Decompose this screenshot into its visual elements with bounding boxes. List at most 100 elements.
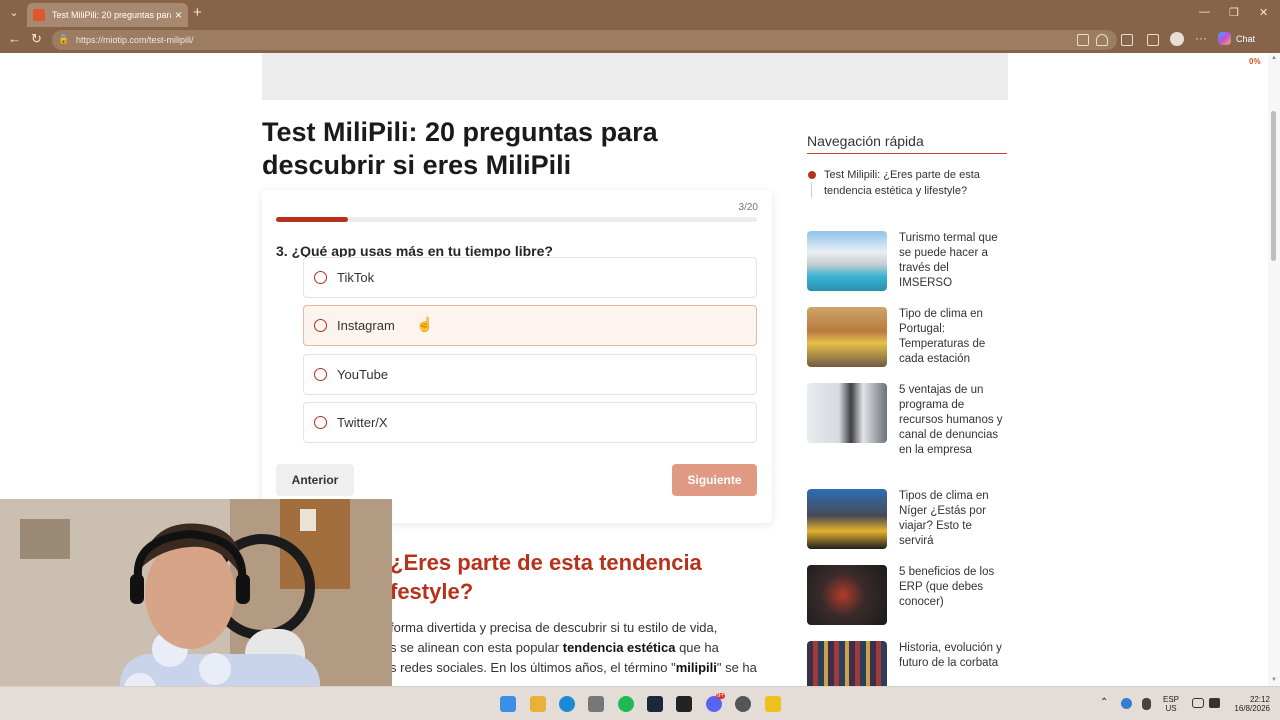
thumbnail-spa-image[interactable]	[807, 231, 887, 291]
radio-icon[interactable]	[314, 368, 327, 381]
store-icon[interactable]	[588, 696, 604, 712]
quick-nav-title: Navegación rápida	[807, 133, 924, 149]
radio-icon[interactable]	[314, 416, 327, 429]
related-post[interactable]: 5 beneficios de los ERP (que debes conoc…	[807, 565, 1007, 627]
app-icon[interactable]	[765, 696, 781, 712]
url-text: https://miotip.com/test-milipili/	[76, 35, 194, 45]
hand-cursor-icon: ☝	[416, 316, 434, 332]
quiz-progress-fill	[276, 217, 349, 222]
answer-label: Instagram	[337, 318, 395, 333]
answer-label: TikTok	[337, 270, 375, 285]
more-menu-icon[interactable]: ···	[1195, 31, 1207, 45]
browser-tab-bar: ⌄ Test MiliPili: 20 preguntas para de × …	[0, 0, 1280, 27]
related-post[interactable]: Turismo termal que se puede hacer a trav…	[807, 231, 1007, 293]
radio-icon[interactable]	[314, 271, 327, 284]
copilot-icon	[1218, 32, 1231, 45]
tab-list-chevron-icon[interactable]: ⌄	[6, 5, 22, 21]
scrollbar-thumb[interactable]	[1271, 111, 1276, 261]
related-title[interactable]: Historia, evolución y futuro de la corba…	[899, 641, 1004, 671]
thumbnail-niger-image[interactable]	[807, 489, 887, 549]
quiz-progress-bar	[276, 217, 757, 222]
restore-icon[interactable]: ❐	[1229, 6, 1239, 19]
answer-option-twitter[interactable]: Twitter/X	[303, 402, 757, 443]
article-text: s se alinean con esta popular	[390, 640, 563, 655]
reading-view-icon[interactable]	[1077, 34, 1089, 46]
volume-icon[interactable]	[1209, 698, 1220, 708]
thumbnail-ties-image[interactable]	[807, 641, 887, 686]
favorite-star-icon[interactable]	[1096, 34, 1108, 46]
chat-label: Chat	[1236, 33, 1256, 44]
extensions-icon[interactable]	[1121, 34, 1133, 46]
discord-badge: 9+	[716, 693, 725, 699]
microphone-icon[interactable]	[1142, 698, 1151, 710]
steam-icon[interactable]	[647, 696, 663, 712]
section-heading-line2: festyle?	[390, 579, 474, 604]
back-arrow-icon[interactable]: ←	[8, 32, 21, 46]
thumbnail-office-image[interactable]	[807, 383, 887, 443]
answer-label: Twitter/X	[337, 415, 388, 430]
close-window-icon[interactable]: ✕	[1259, 6, 1268, 19]
refresh-icon[interactable]: ↻	[31, 32, 42, 46]
article-bold: milipili	[675, 660, 717, 675]
new-tab-plus-icon[interactable]: +	[193, 4, 202, 22]
browser-tab-active[interactable]: Test MiliPili: 20 preguntas para de ×	[27, 3, 188, 27]
read-progress-label: 0%	[1249, 57, 1261, 66]
start-windows-icon[interactable]	[500, 696, 516, 712]
thumbnail-erp-image[interactable]	[807, 565, 887, 625]
previous-button[interactable]: Anterior	[276, 464, 354, 496]
scroll-up-icon[interactable]: ▲	[1271, 55, 1277, 61]
windows-taskbar: 9+ ⌃ ESP US 22:12 16/8/2026	[0, 686, 1280, 720]
clock-date: 16/8/2026	[1234, 704, 1270, 713]
file-explorer-icon[interactable]	[530, 696, 546, 712]
lock-icon: 🔒	[58, 34, 70, 44]
article-text: " se ha	[716, 660, 757, 675]
language-indicator[interactable]: ESP US	[1163, 695, 1179, 713]
clock[interactable]: 22:12 16/8/2026	[1226, 695, 1270, 713]
divider	[807, 153, 1007, 154]
article-text: s redes sociales. En los últimos años, e…	[390, 660, 676, 675]
related-title[interactable]: Tipos de clima en Níger ¿Estás por viaja…	[899, 489, 1004, 549]
related-post[interactable]: 5 ventajas de un programa de recursos hu…	[807, 383, 1007, 456]
related-title[interactable]: 5 beneficios de los ERP (que debes conoc…	[899, 565, 1004, 610]
article-line: forma divertida y precisa de descubrir s…	[390, 620, 718, 635]
screen: ⌄ Test MiliPili: 20 preguntas para de × …	[0, 0, 1280, 720]
related-post[interactable]: Historia, evolución y futuro de la corba…	[807, 641, 1007, 686]
radio-icon[interactable]	[314, 319, 327, 332]
onedrive-icon[interactable]	[1121, 698, 1132, 709]
page-scrollbar[interactable]: ▲ ▼	[1268, 53, 1280, 686]
tab-close-icon[interactable]: ×	[175, 8, 182, 22]
edge-browser-icon[interactable]	[559, 696, 575, 712]
tray-chevron-icon[interactable]: ⌃	[1100, 698, 1108, 708]
related-title[interactable]: Turismo termal que se puede hacer a trav…	[899, 231, 1004, 291]
related-post[interactable]: Tipo de clima en Portugal: Temperaturas …	[807, 307, 1007, 369]
related-title[interactable]: 5 ventajas de un programa de recursos hu…	[899, 383, 1004, 458]
site-favicon-icon	[33, 9, 45, 21]
clock-time: 22:12	[1249, 695, 1270, 704]
minimize-icon[interactable]: —	[1199, 6, 1210, 18]
spotify-icon[interactable]	[618, 696, 634, 712]
page-title: Test MiliPili: 20 preguntas para descubr…	[262, 117, 658, 180]
network-icon[interactable]	[1192, 698, 1204, 708]
obs-icon[interactable]	[735, 696, 751, 712]
profile-avatar[interactable]	[1170, 32, 1184, 46]
answer-option-tiktok[interactable]: TikTok	[303, 257, 757, 298]
related-title[interactable]: Tipo de clima en Portugal: Temperaturas …	[899, 307, 1004, 367]
next-button[interactable]: Siguiente	[672, 464, 757, 496]
language-code: ESP	[1163, 695, 1180, 704]
answer-option-youtube[interactable]: YouTube	[303, 354, 757, 395]
answer-option-instagram[interactable]: Instagram	[303, 305, 757, 346]
collections-icon[interactable]	[1147, 34, 1159, 46]
scroll-down-icon[interactable]: ▼	[1271, 677, 1277, 683]
capcut-icon[interactable]	[676, 696, 692, 712]
thumbnail-tram-image[interactable]	[807, 307, 887, 367]
copilot-chat-button[interactable]: Chat	[1218, 32, 1255, 45]
address-bar[interactable]: 🔒 https://miotip.com/test-milipili/	[52, 30, 1117, 50]
article-bold: tendencia estética	[562, 640, 676, 655]
keyboard-layout: US	[1165, 704, 1177, 713]
quiz-card: 3/20 3. ¿Qué app usas más en tu tiempo l…	[262, 190, 772, 523]
toc-link[interactable]: Test Milipili: ¿Eres parte de esta tende…	[824, 167, 994, 199]
related-post[interactable]: Tipos de clima en Níger ¿Estás por viaja…	[807, 489, 1007, 551]
ad-placeholder	[262, 53, 1008, 100]
question-counter: 3/20	[738, 202, 758, 213]
section-heading: ¿Eres parte de esta tendencia festyle?	[390, 548, 770, 606]
